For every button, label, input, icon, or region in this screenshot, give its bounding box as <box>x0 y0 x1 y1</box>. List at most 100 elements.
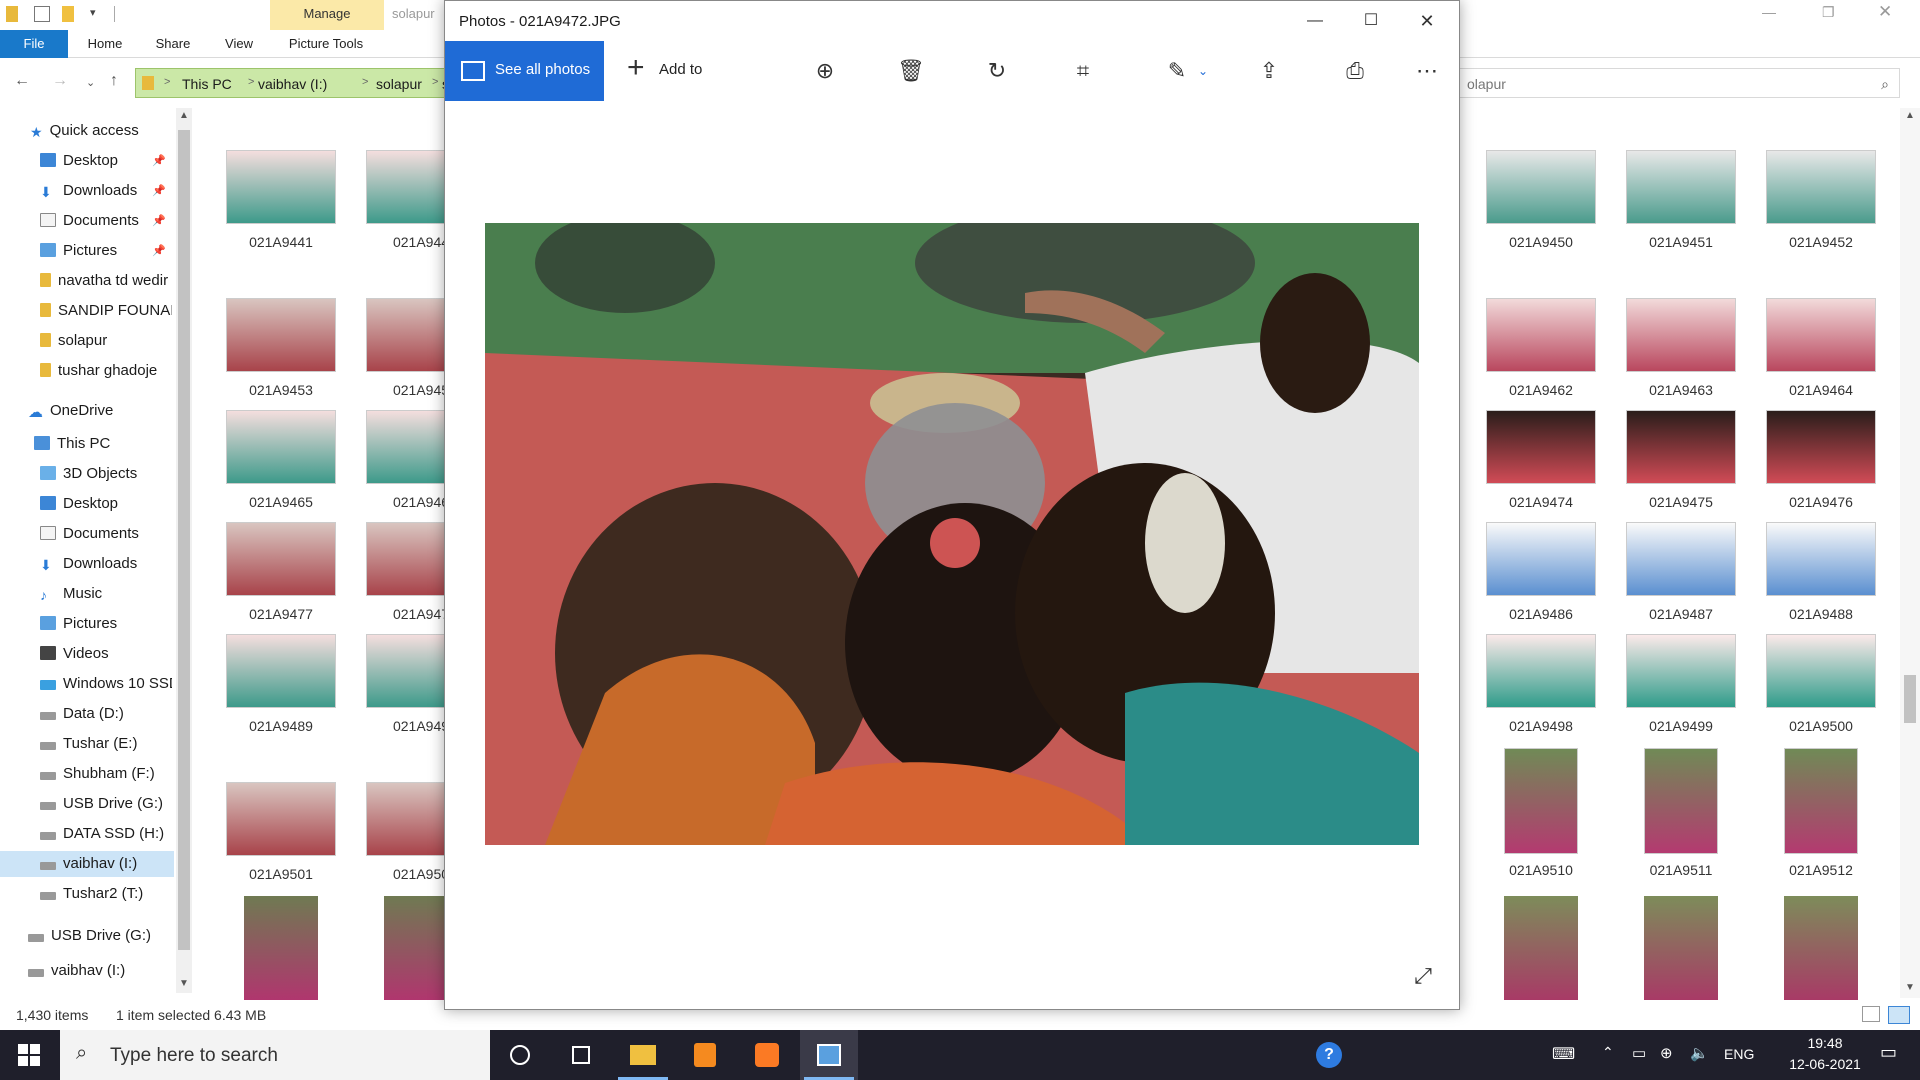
pin-icon[interactable]: 📌 <box>152 178 166 204</box>
scroll-thumb[interactable] <box>178 130 190 950</box>
thumbnail-item[interactable]: 021A9474 <box>1486 410 1606 520</box>
nav-3d-objects[interactable]: 3D Objects <box>40 461 172 487</box>
nav-folder[interactable]: navatha td wedir <box>40 268 172 294</box>
search-input[interactable]: olapur ⌕ <box>1458 68 1900 98</box>
thumbnail-item[interactable]: 021A9489 <box>226 634 346 744</box>
nav-drive-selected[interactable]: vaibhav (I:) <box>0 851 174 877</box>
explorer-close-button[interactable]: ✕ <box>1878 2 1892 22</box>
thumbnail-item[interactable]: 021A9451 <box>1626 150 1746 260</box>
chevron-right-icon[interactable]: > <box>164 76 170 88</box>
forward-arrow-icon[interactable]: → <box>52 72 68 90</box>
nav-documents[interactable]: Documents <box>40 521 172 547</box>
up-arrow-icon[interactable]: ↑ <box>110 72 118 90</box>
thumbnail-image[interactable] <box>1504 896 1578 1000</box>
nav-pictures[interactable]: Pictures <box>40 611 172 637</box>
minimize-button[interactable]: — <box>1287 1 1343 41</box>
battery-icon[interactable]: ▭ <box>1632 1044 1646 1062</box>
nav-drive[interactable]: USB Drive (G:) <box>40 791 172 817</box>
nav-folder[interactable]: solapur <box>40 328 172 354</box>
tab-picture-tools[interactable]: Picture Tools <box>276 30 376 58</box>
nav-folder[interactable]: SANDIP FOUNAI <box>40 298 172 324</box>
chevron-right-icon[interactable]: > <box>432 76 438 88</box>
nav-drive[interactable]: Data (D:) <box>40 701 172 727</box>
customize-toolbar-icon[interactable]: ▾ <box>90 6 96 19</box>
nav-drive[interactable]: Windows 10 SSD <box>40 671 172 697</box>
see-all-photos-button[interactable]: See all photos <box>445 41 604 101</box>
crop-icon[interactable]: ⌗ <box>1067 55 1099 87</box>
pin-icon[interactable]: 📌 <box>152 208 166 234</box>
pin-icon[interactable]: 📌 <box>152 148 166 174</box>
more-options-icon[interactable]: ⋯ <box>1411 55 1443 87</box>
thumbnail-item[interactable]: 021A9450 <box>1486 150 1606 260</box>
thumbnail-item[interactable]: 021A9441 <box>226 150 346 260</box>
scroll-down-icon[interactable]: ▼ <box>179 978 189 989</box>
breadcrumb-drive[interactable]: vaibhav (I:) <box>258 76 327 92</box>
thumbnail-image[interactable] <box>1784 896 1858 1000</box>
properties-icon[interactable] <box>34 6 50 22</box>
nav-drive[interactable]: Tushar2 (T:) <box>40 881 172 907</box>
add-to-button[interactable]: + Add to <box>615 41 725 101</box>
thumbnail-item[interactable]: 021A9487 <box>1626 522 1746 632</box>
volume-icon[interactable]: 🔈 <box>1690 1044 1709 1062</box>
nav-pictures[interactable]: Pictures 📌 <box>40 238 172 264</box>
thumbnail-item[interactable]: 021A9488 <box>1766 522 1886 632</box>
tab-share[interactable]: Share <box>148 30 198 58</box>
nav-videos[interactable]: Videos <box>40 641 172 667</box>
pin-icon[interactable]: 📌 <box>152 238 166 264</box>
tab-home[interactable]: Home <box>80 30 130 58</box>
thumbnail-item[interactable]: 021A9477 <box>226 522 346 632</box>
network-globe-icon[interactable]: ⊕ <box>1660 1044 1673 1062</box>
scroll-down-icon[interactable]: ▼ <box>1905 982 1915 993</box>
nav-drive[interactable]: Shubham (F:) <box>40 761 172 787</box>
nav-desktop[interactable]: Desktop 📌 <box>40 148 172 174</box>
recent-locations-icon[interactable]: ⌄ <box>86 76 95 89</box>
nav-vaibhav-drive[interactable]: vaibhav (I:) <box>28 958 125 984</box>
thumbnail-item[interactable]: 021A9500 <box>1766 634 1886 744</box>
keyboard-icon[interactable]: ⌨ <box>1552 1044 1575 1064</box>
thumbnail-item[interactable]: 021A9464 <box>1766 298 1886 408</box>
nav-downloads[interactable]: ⬇ Downloads 📌 <box>40 178 172 204</box>
scroll-up-icon[interactable]: ▲ <box>1905 110 1915 121</box>
thumbnail-item[interactable]: 021A9510 <box>1486 748 1606 878</box>
sublime-text-taskbar-icon[interactable] <box>676 1030 734 1080</box>
windows-start-icon[interactable] <box>18 1044 40 1066</box>
address-bar[interactable]: > This PC > vaibhav (I:) > solapur > so <box>135 68 457 98</box>
explorer-restore-button[interactable]: ❐ <box>1822 4 1835 21</box>
folder-icon[interactable] <box>6 6 18 22</box>
thumbnail-image[interactable] <box>1644 896 1718 1000</box>
content-scrollbar[interactable]: ▲ ▼ <box>1900 108 1920 998</box>
manage-context-tab-header[interactable]: Manage <box>270 0 384 30</box>
thumbnail-item[interactable]: 021A9486 <box>1486 522 1606 632</box>
explorer-minimize-button[interactable]: — <box>1762 4 1776 20</box>
details-view-icon[interactable] <box>1862 1006 1880 1022</box>
zoom-in-icon[interactable]: ⊕ <box>809 55 841 87</box>
help-tray-icon[interactable]: ? <box>1316 1042 1342 1068</box>
expand-fullscreen-icon[interactable]: ⤢ <box>1409 963 1437 991</box>
close-button[interactable]: ✕ <box>1399 1 1455 41</box>
tab-view[interactable]: View <box>214 30 264 58</box>
maximize-button[interactable]: ☐ <box>1343 1 1399 41</box>
taskbar-search-box[interactable]: ⌕ Type here to search <box>60 1030 490 1080</box>
thumbnail-item[interactable]: 021A9475 <box>1626 410 1746 520</box>
tab-file[interactable]: File <box>0 30 68 58</box>
share-icon[interactable]: ⇪ <box>1253 55 1285 87</box>
scroll-thumb[interactable] <box>1904 675 1916 723</box>
nav-onedrive[interactable]: ☁ OneDrive <box>28 398 113 424</box>
photos-taskbar-icon[interactable] <box>800 1030 858 1080</box>
clock-date[interactable]: 12-06-2021 <box>1770 1056 1880 1072</box>
thumbnail-item[interactable]: 021A9463 <box>1626 298 1746 408</box>
nav-documents[interactable]: Documents 📌 <box>40 208 172 234</box>
task-view-icon[interactable] <box>552 1030 610 1080</box>
nav-drive[interactable]: Tushar (E:) <box>40 731 172 757</box>
show-hidden-icons-chevron[interactable]: ⌃ <box>1602 1044 1614 1061</box>
nav-usb-drive[interactable]: USB Drive (G:) <box>28 923 151 949</box>
thumbnail-item[interactable]: 021A9512 <box>1766 748 1886 878</box>
clock-time[interactable]: 19:48 <box>1788 1035 1862 1051</box>
xampp-taskbar-icon[interactable] <box>738 1030 796 1080</box>
chevron-down-icon[interactable]: ⌄ <box>1187 55 1219 87</box>
new-folder-icon[interactable] <box>62 6 74 22</box>
cortana-icon[interactable] <box>491 1030 549 1080</box>
nav-music[interactable]: ♪ Music <box>40 581 172 607</box>
thumbnail-item[interactable]: 021A9465 <box>226 410 346 520</box>
thumbnail-item[interactable]: 021A9476 <box>1766 410 1886 520</box>
